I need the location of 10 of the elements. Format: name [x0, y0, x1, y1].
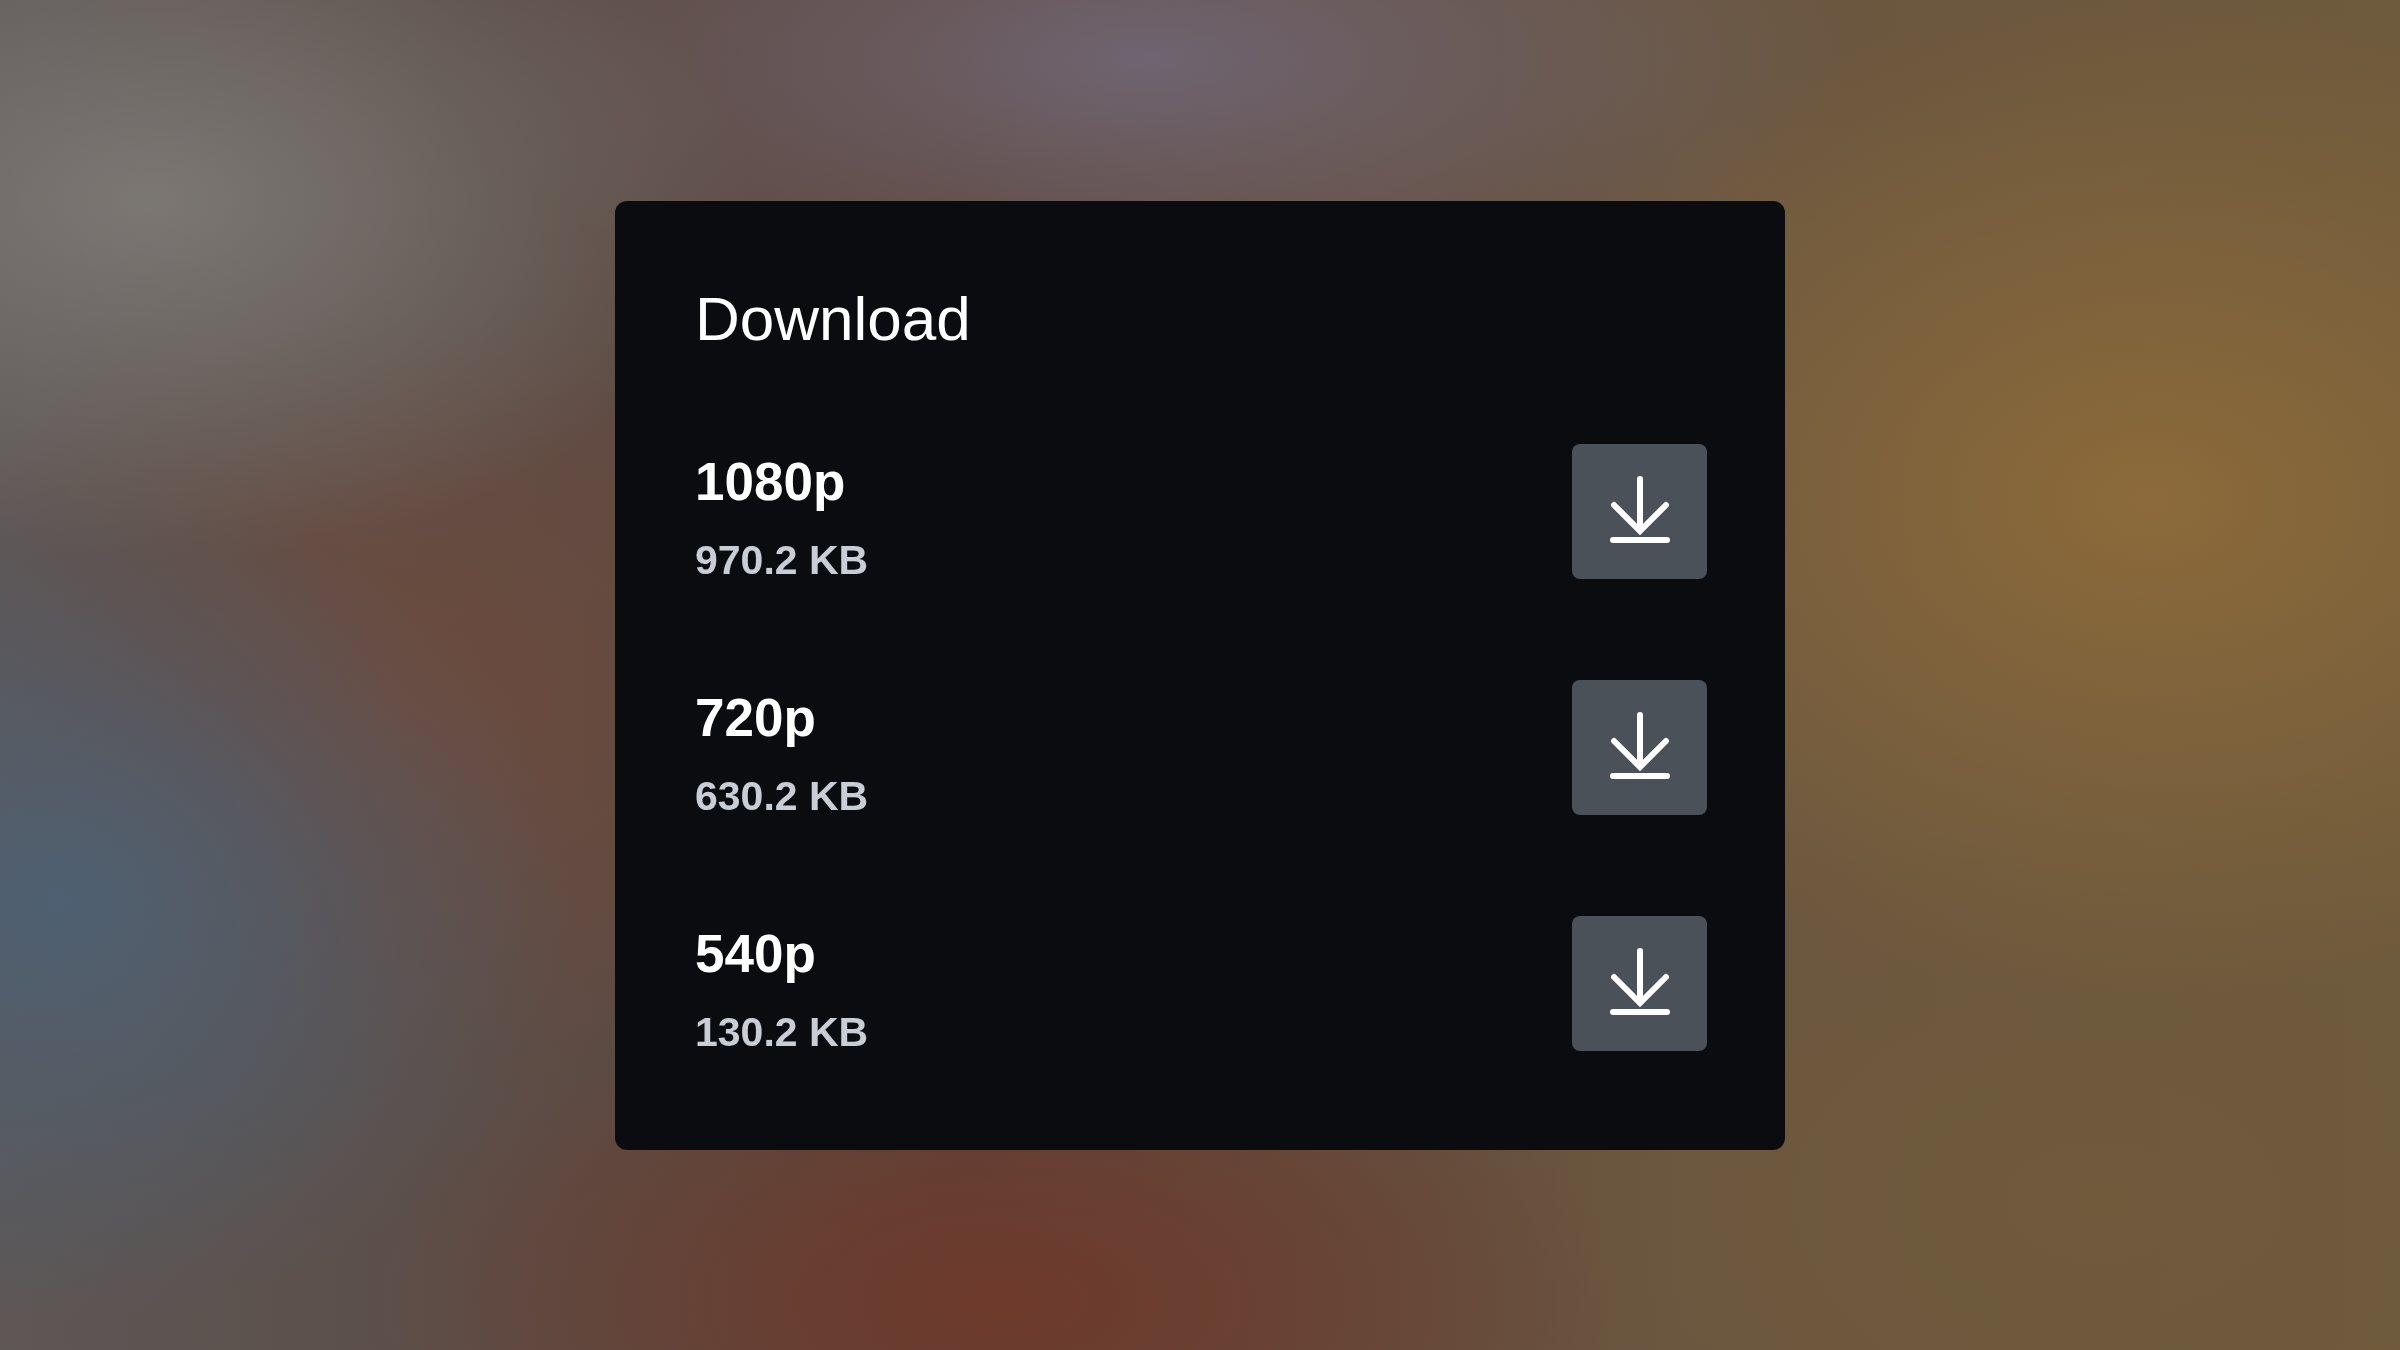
resolution-label: 1080p — [695, 450, 846, 513]
download-button[interactable] — [1572, 443, 1707, 579]
panel-title: Download — [695, 282, 972, 355]
file-size-label: 630.2 KB — [695, 771, 869, 821]
resolution-label: 720p — [695, 686, 816, 749]
file-size-label: 970.2 KB — [695, 535, 869, 585]
download-button[interactable] — [1572, 915, 1707, 1051]
resolution-label: 540p — [695, 922, 816, 985]
file-size-label: 130.2 KB — [695, 1007, 869, 1057]
download-button[interactable] — [1572, 679, 1707, 815]
